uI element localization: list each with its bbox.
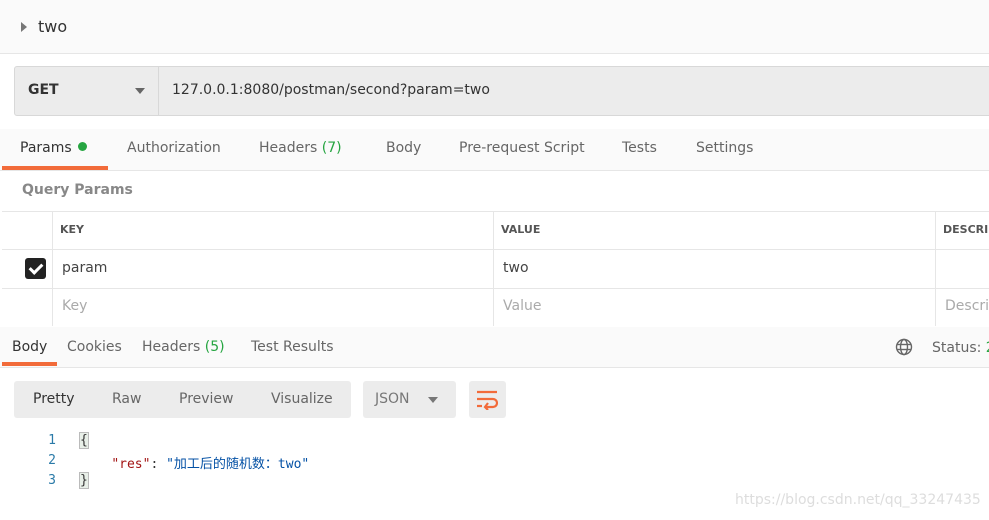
tab-params[interactable]: Params bbox=[20, 140, 87, 156]
json-key: "res" bbox=[111, 457, 151, 472]
tab-tests[interactable]: Tests bbox=[622, 140, 657, 156]
new-value-input[interactable]: Value bbox=[503, 298, 541, 314]
json-colon: : bbox=[150, 457, 167, 472]
chevron-down-icon bbox=[135, 88, 145, 94]
wrap-lines-button[interactable] bbox=[469, 381, 506, 418]
url-input[interactable]: 127.0.0.1:8080/postman/second?param=two bbox=[172, 82, 490, 98]
divider bbox=[2, 288, 989, 289]
view-mode-toggle: Pretty Raw Preview Visualize bbox=[14, 381, 351, 418]
json-value: "加工后的随机数：two" bbox=[166, 457, 310, 472]
view-pretty-button[interactable]: Pretty bbox=[33, 391, 75, 407]
column-header-value: VALUE bbox=[501, 223, 541, 236]
line-number: 2 bbox=[48, 453, 56, 468]
active-tab-underline bbox=[2, 362, 57, 366]
headers-count: (5) bbox=[204, 339, 225, 355]
request-header: two bbox=[0, 0, 989, 54]
query-params-title: Query Params bbox=[22, 182, 133, 198]
divider bbox=[2, 211, 989, 212]
param-key[interactable]: param bbox=[62, 260, 107, 276]
response-tabs: Body Cookies Headers (5) Test Results St… bbox=[0, 327, 989, 368]
new-description-input[interactable]: Descri bbox=[945, 298, 989, 314]
request-name[interactable]: two bbox=[38, 17, 67, 36]
url-bar: GET 127.0.0.1:8080/postman/second?param=… bbox=[14, 66, 989, 116]
column-header-key: KEY bbox=[60, 223, 85, 236]
tab-label: Params bbox=[20, 140, 72, 156]
tab-authorization[interactable]: Authorization bbox=[127, 140, 221, 156]
tab-response-headers[interactable]: Headers (5) bbox=[142, 339, 225, 355]
view-visualize-button[interactable]: Visualize bbox=[271, 391, 333, 407]
request-tabs: Params Authorization Headers (7) Body Pr… bbox=[0, 129, 989, 171]
headers-count: (7) bbox=[321, 140, 342, 156]
param-value[interactable]: two bbox=[503, 260, 529, 276]
code-line-1: { bbox=[79, 432, 89, 449]
tab-test-results[interactable]: Test Results bbox=[251, 339, 334, 355]
method-label: GET bbox=[28, 82, 59, 98]
divider bbox=[493, 211, 494, 326]
tab-headers[interactable]: Headers (7) bbox=[259, 140, 342, 156]
view-raw-button[interactable]: Raw bbox=[112, 391, 141, 407]
expand-caret-icon[interactable] bbox=[21, 22, 27, 32]
format-label: JSON bbox=[375, 391, 410, 407]
tab-label: Headers bbox=[259, 140, 318, 156]
code-line-3: } bbox=[79, 472, 89, 489]
tab-pre-request-script[interactable]: Pre-request Script bbox=[459, 140, 585, 156]
divider bbox=[2, 249, 989, 250]
method-select[interactable]: GET bbox=[15, 67, 159, 115]
active-tab-underline bbox=[2, 166, 108, 170]
status-indicator: Status: 2 bbox=[932, 340, 989, 356]
param-enabled-checkbox[interactable] bbox=[25, 258, 46, 279]
globe-icon[interactable] bbox=[895, 338, 913, 356]
view-preview-button[interactable]: Preview bbox=[179, 391, 234, 407]
watermark: https://blog.csdn.net/qq_33247435 bbox=[735, 492, 981, 508]
tab-body[interactable]: Body bbox=[386, 140, 421, 156]
tab-settings[interactable]: Settings bbox=[696, 140, 753, 156]
column-header-description: DESCRI bbox=[943, 223, 989, 236]
divider bbox=[52, 211, 53, 326]
format-select[interactable]: JSON bbox=[363, 381, 456, 418]
code-line-2: "res": "加工后的随机数：two" bbox=[80, 453, 309, 472]
close-brace: } bbox=[79, 472, 89, 489]
tab-response-body[interactable]: Body bbox=[12, 339, 47, 355]
tab-label: Headers bbox=[142, 339, 201, 355]
chevron-down-icon bbox=[428, 397, 438, 403]
new-key-input[interactable]: Key bbox=[62, 298, 87, 314]
status-label: Status: bbox=[932, 340, 982, 356]
wrap-lines-icon bbox=[477, 390, 498, 410]
params-active-dot bbox=[77, 142, 87, 151]
tab-cookies[interactable]: Cookies bbox=[67, 339, 122, 355]
line-number: 1 bbox=[48, 433, 56, 448]
line-number: 3 bbox=[48, 473, 56, 488]
open-brace: { bbox=[79, 432, 89, 449]
divider bbox=[935, 211, 936, 326]
